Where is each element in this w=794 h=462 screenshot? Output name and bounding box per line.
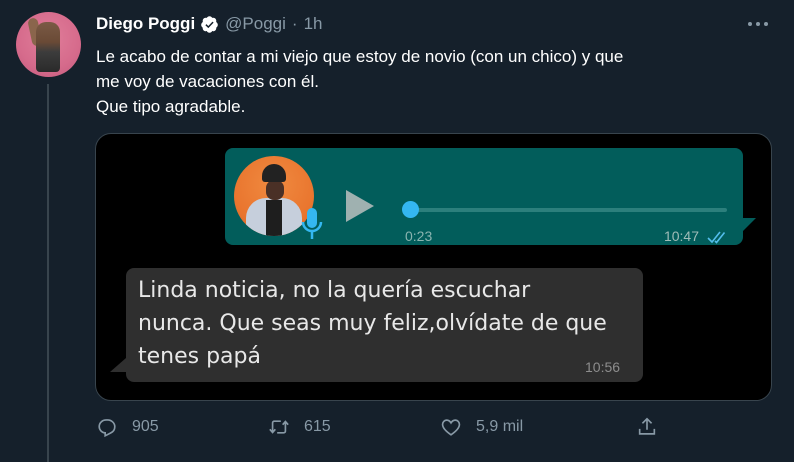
- author-name[interactable]: Diego Poggi: [96, 14, 195, 34]
- like-count: 5,9 mil: [476, 418, 524, 435]
- heart-icon: [441, 419, 461, 436]
- tweet-line: me voy de vacaciones con él.: [96, 72, 320, 91]
- reply-count: 905: [132, 418, 159, 435]
- microphone-icon: [301, 208, 323, 239]
- message-line: Linda noticia, no la quería escuchar: [138, 278, 531, 303]
- audio-progress-knob: [402, 201, 419, 218]
- play-icon: [346, 190, 374, 222]
- message-line: nunca. Que seas muy feliz,olvídate de qu…: [138, 311, 607, 336]
- header-separator: ·: [291, 14, 298, 33]
- voice-note-bubble: 0:23 10:47: [225, 148, 743, 245]
- tweet-line: Que tipo agradable.: [96, 97, 246, 116]
- reply-button[interactable]: 905: [96, 416, 159, 438]
- share-button[interactable]: [636, 416, 672, 438]
- tweet-line: Le acabo de contar a mi viejo que estoy …: [96, 47, 624, 66]
- author-avatar[interactable]: [16, 12, 81, 77]
- tweet-text: Le acabo de contar a mi viejo que estoy …: [96, 44, 776, 119]
- tweet-header: Diego Poggi @Poggi · 1h: [96, 13, 323, 35]
- message-bubble-tail: [110, 358, 126, 372]
- tweet-media-image[interactable]: 0:23 10:47 Linda noticia, no la quería e…: [95, 133, 772, 401]
- reply-icon: [98, 419, 116, 438]
- avatar-figure: [36, 22, 60, 72]
- audio-progress-track: [409, 208, 727, 212]
- retweet-button[interactable]: 615: [268, 416, 331, 438]
- share-icon: [638, 417, 656, 435]
- double-check-icon: [707, 231, 726, 244]
- author-handle[interactable]: @Poggi: [225, 14, 286, 34]
- tweet-time[interactable]: 1h: [304, 14, 323, 34]
- voice-note-duration: 0:23: [405, 228, 433, 244]
- message-time: 10:56: [585, 359, 621, 375]
- message-line: tenes papá: [138, 344, 261, 369]
- thread-line: [47, 84, 49, 462]
- verified-icon: [201, 15, 218, 33]
- retweet-icon: [269, 420, 289, 434]
- like-button[interactable]: 5,9 mil: [440, 416, 523, 438]
- message-text: Linda noticia, no la quería escuchar nun…: [138, 274, 638, 373]
- tweet-actions: 905 615 5,9 mil: [96, 416, 776, 442]
- retweet-count: 615: [304, 418, 331, 435]
- voice-note-time: 10:47: [663, 228, 699, 244]
- voice-bubble-tail: [742, 218, 756, 232]
- more-options-icon[interactable]: [748, 22, 768, 26]
